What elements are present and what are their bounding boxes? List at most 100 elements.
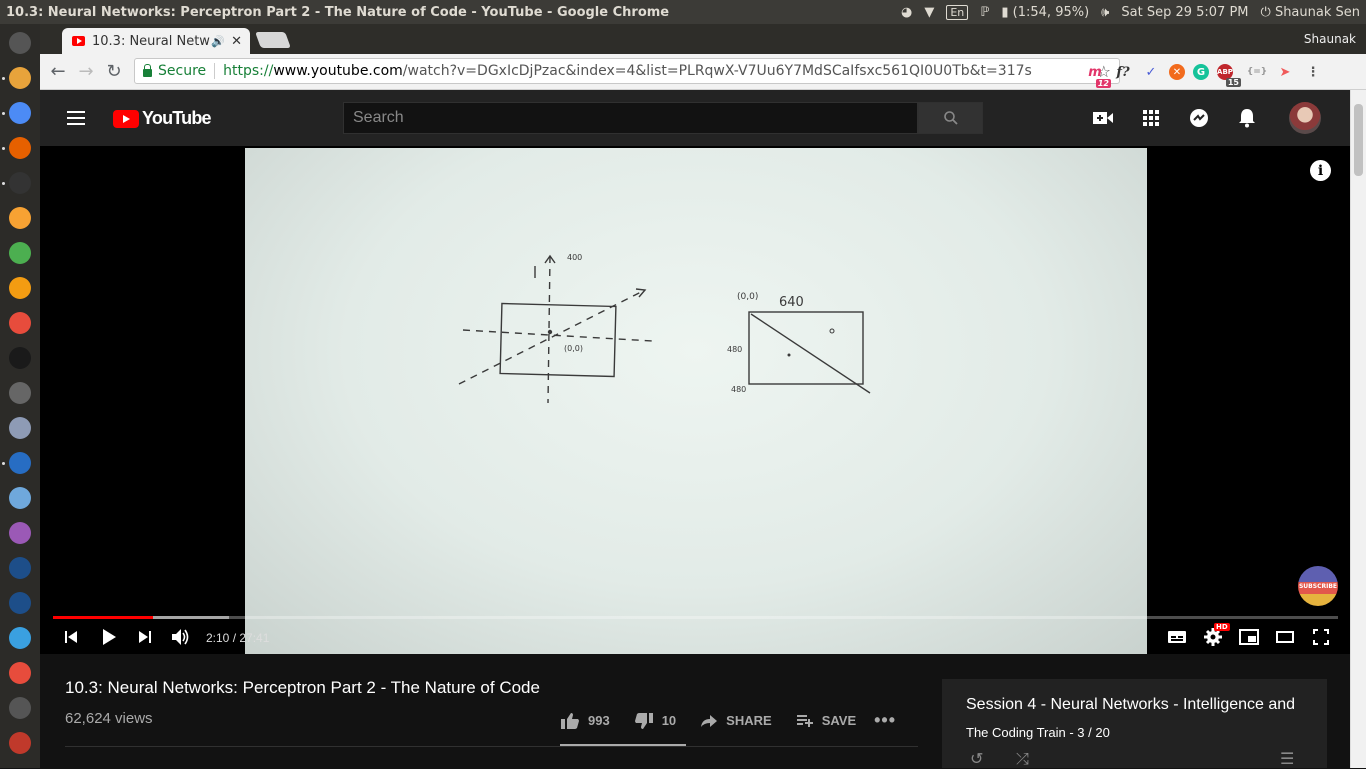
notifications-bell-icon[interactable] <box>1236 107 1258 129</box>
like-button[interactable]: 993 <box>560 712 610 730</box>
volume-icon[interactable] <box>170 626 192 648</box>
tab-close-icon[interactable]: ✕ <box>231 34 242 49</box>
captions-icon[interactable] <box>1166 626 1188 648</box>
network-icon[interactable]: ◕ <box>901 5 912 20</box>
user-menu[interactable]: ⏻ Shaunak Sen <box>1261 5 1360 20</box>
create-video-icon[interactable] <box>1092 107 1114 129</box>
extension-orange-icon[interactable]: ✕ <box>1169 64 1185 80</box>
avatar[interactable] <box>1289 102 1321 134</box>
video-frame[interactable]: 400 (0,0) (0,0) 640 480 480 <box>245 148 1147 654</box>
loop-icon[interactable]: ↺ <box>970 749 983 768</box>
pycharm-icon-2[interactable] <box>9 592 31 614</box>
launcher-running-indicator <box>2 112 5 115</box>
settings-gear-icon[interactable]: HD <box>1202 623 1230 648</box>
progress-bar[interactable] <box>53 616 1338 619</box>
playlist-add-icon <box>796 714 813 727</box>
trash-icon[interactable] <box>9 732 31 754</box>
reload-icon[interactable]: ↻ <box>100 61 128 82</box>
dislike-button[interactable]: 10 <box>634 712 676 730</box>
extension-badge: 12 <box>1095 79 1111 88</box>
battery-indicator[interactable]: ▮ (1:54, 95%) <box>1001 5 1089 20</box>
playlist-subtitle[interactable]: The Coding Train - 3 / 20 <box>966 725 1110 740</box>
extension-f-icon[interactable]: f? <box>1113 62 1133 82</box>
save-label: SAVE <box>821 713 857 728</box>
forward-icon[interactable]: → <box>72 61 100 82</box>
settings-icon[interactable] <box>9 242 31 264</box>
messages-icon[interactable] <box>1188 107 1210 129</box>
theater-mode-icon[interactable] <box>1274 626 1296 648</box>
extension-json-icon[interactable]: {=} <box>1247 62 1267 82</box>
app-icon[interactable] <box>9 207 31 229</box>
os-top-bar: 10.3: Neural Networks: Perceptron Part 2… <box>0 0 1366 24</box>
search-input[interactable] <box>343 102 918 134</box>
fullscreen-icon[interactable] <box>1310 626 1332 648</box>
playlist-panel[interactable]: Session 4 - Neural Networks - Intelligen… <box>942 679 1327 768</box>
share-button[interactable]: SHARE <box>700 713 772 728</box>
weather-icon[interactable] <box>9 487 31 509</box>
video-actions: 993 10 SHARE SAVE ••• <box>560 710 920 731</box>
scrollbar-thumb[interactable] <box>1354 104 1363 176</box>
database-icon[interactable] <box>9 382 31 404</box>
profile-name[interactable]: Shaunak <box>1304 32 1356 46</box>
url-host: www.youtube.com <box>273 63 403 79</box>
text-editor-icon[interactable] <box>9 522 31 544</box>
playlist-title[interactable]: Session 4 - Neural Networks - Intelligen… <box>966 696 1295 714</box>
launcher-running-indicator <box>2 147 5 150</box>
bluetooth-icon[interactable]: ℙ <box>980 5 989 20</box>
launcher-running-indicator <box>2 77 5 80</box>
usb-icon[interactable] <box>9 697 31 719</box>
previous-icon[interactable] <box>62 626 80 648</box>
volume-icon[interactable]: 🕪 <box>1101 5 1109 20</box>
video-player[interactable]: 400 (0,0) (0,0) 640 480 480 i SUBSCRIBE <box>40 146 1350 654</box>
vlc-icon[interactable] <box>9 277 31 299</box>
playlist-save-icon[interactable]: ☰ <box>1280 749 1294 768</box>
keyboard-indicator[interactable]: En <box>946 4 969 20</box>
clock[interactable]: Sat Sep 29 5:07 PM <box>1121 5 1248 20</box>
info-card-icon[interactable]: i <box>1310 160 1331 181</box>
shuffle-icon[interactable]: ⤮ <box>1016 749 1029 769</box>
launcher-running-indicator <box>2 462 5 465</box>
hd-badge: HD <box>1214 623 1230 631</box>
webstorm-icon[interactable] <box>9 347 31 369</box>
youtube-logo[interactable]: YouTube <box>113 108 212 129</box>
url-scheme: https:// <box>223 63 274 79</box>
more-actions-icon[interactable]: ••• <box>874 710 896 731</box>
launcher <box>0 24 40 768</box>
grammarly-icon[interactable]: G <box>1193 64 1209 80</box>
terminal-icon[interactable] <box>9 172 31 194</box>
firefox-icon[interactable] <box>9 137 31 159</box>
next-icon[interactable] <box>136 626 154 648</box>
calculator-icon[interactable] <box>9 627 31 649</box>
whiteboard-label: 480 <box>727 345 742 354</box>
play-icon[interactable] <box>98 626 120 648</box>
extension-arrow-icon[interactable]: ➤ <box>1275 62 1295 82</box>
secure-indicator[interactable]: Secure <box>135 63 206 79</box>
atom-icon[interactable] <box>9 417 31 439</box>
tab-active[interactable]: 10.3: Neural Netw 🔊 ✕ <box>62 28 250 54</box>
pycharm-icon[interactable] <box>9 557 31 579</box>
adblock-icon[interactable]: ABP 15 <box>1217 64 1241 87</box>
rstudio-icon[interactable] <box>9 452 31 474</box>
subscribe-watermark[interactable]: SUBSCRIBE <box>1298 566 1338 606</box>
save-button[interactable]: SAVE <box>796 713 856 728</box>
guide-menu-icon[interactable] <box>67 111 85 125</box>
search-button[interactable] <box>918 102 983 134</box>
url-text[interactable]: https://www.youtube.com/watch?v=DGxIcDjP… <box>223 63 1032 79</box>
chrome-menu-icon[interactable]: ⋮ <box>1303 62 1323 82</box>
dislike-count: 10 <box>661 713 677 728</box>
extension-v-icon[interactable]: ✓ <box>1141 62 1161 82</box>
new-tab-button[interactable] <box>255 32 291 48</box>
apps-grid-icon[interactable] <box>1140 107 1162 129</box>
wifi-icon[interactable]: ▼ <box>924 5 934 20</box>
address-bar[interactable]: Secure https://www.youtube.com/watch?v=D… <box>134 58 1120 84</box>
files-icon[interactable] <box>9 67 31 89</box>
page-scrollbar[interactable] <box>1350 90 1366 768</box>
miniplayer-icon[interactable] <box>1238 626 1260 648</box>
disk-icon[interactable] <box>9 662 31 684</box>
tab-audio-icon[interactable]: 🔊 <box>211 35 225 48</box>
screen-recorder-icon[interactable] <box>9 312 31 334</box>
extension-m-icon[interactable]: m 12 <box>1085 62 1111 88</box>
back-icon[interactable]: ← <box>44 61 72 82</box>
chrome-icon[interactable] <box>9 102 31 124</box>
unity-home-icon[interactable] <box>9 32 31 54</box>
